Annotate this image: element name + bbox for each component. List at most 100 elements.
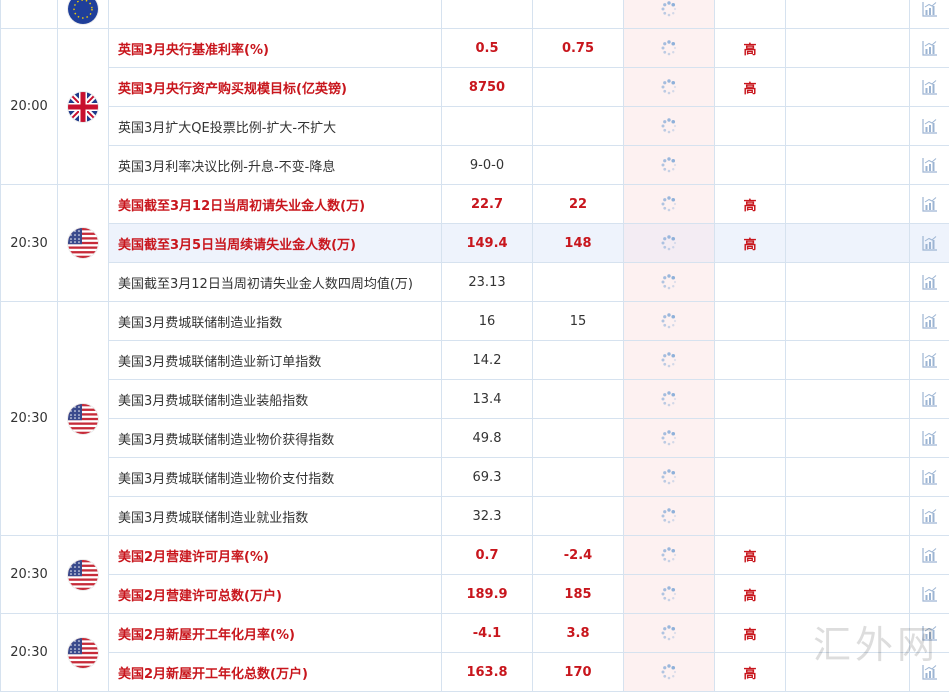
bar-chart-icon[interactable] — [921, 158, 939, 173]
previous-value: 15 — [533, 302, 624, 341]
actual-value: 23.13 — [442, 263, 533, 302]
table-row[interactable]: 英国3月扩大QE投票比例-扩大-不扩大 — [1, 107, 949, 146]
actual-value: 8750 — [442, 68, 533, 107]
importance-cell — [715, 497, 786, 536]
table-row[interactable]: 美国3月费城联储制造业物价支付指数69.3 — [1, 458, 949, 497]
previous-value — [533, 68, 624, 107]
table-row[interactable]: 美国3月费城联储制造业物价获得指数49.8 — [1, 419, 949, 458]
importance-cell — [715, 0, 786, 29]
table-row[interactable]: 20:30 美国3月费城联储制造业指数1615 — [1, 302, 949, 341]
chart-cell[interactable] — [910, 224, 949, 263]
event-name[interactable]: 美国3月费城联储制造业装船指数 — [109, 380, 442, 419]
event-name[interactable]: 美国3月费城联储制造业物价获得指数 — [109, 419, 442, 458]
eu-flag-icon — [68, 0, 98, 24]
event-name[interactable]: 美国2月新屋开工年化月率(%) — [109, 614, 442, 653]
bar-chart-icon[interactable] — [921, 41, 939, 56]
event-name[interactable]: 英国3月央行资产购买规模目标(亿英镑) — [109, 68, 442, 107]
loading-spinner-icon — [660, 275, 678, 290]
actual-value: 69.3 — [442, 458, 533, 497]
time-cell: 20:30 — [1, 185, 58, 302]
forecast-cell — [624, 224, 715, 263]
bar-chart-icon[interactable] — [921, 431, 939, 446]
bar-chart-icon[interactable] — [921, 80, 939, 95]
event-name[interactable]: 美国截至3月5日当周续请失业金人数(万) — [109, 224, 442, 263]
table-row[interactable] — [1, 0, 949, 29]
table-row[interactable]: 美国3月费城联储制造业新订单指数14.2 — [1, 341, 949, 380]
event-name[interactable] — [109, 0, 442, 29]
previous-value — [533, 419, 624, 458]
loading-spinner-icon — [660, 392, 678, 407]
previous-value — [533, 380, 624, 419]
importance-cell: 高 — [715, 68, 786, 107]
actual-value: 9-0-0 — [442, 146, 533, 185]
event-name[interactable]: 美国2月新屋开工年化总数(万户) — [109, 653, 442, 692]
chart-cell[interactable] — [910, 146, 949, 185]
table-row[interactable]: 20:30 美国截至3月12日当周初请失业金人数(万)22.722 高 — [1, 185, 949, 224]
time-cell: 20:30 — [1, 614, 58, 692]
table-row[interactable]: 20:30 美国2月营建许可月率(%)0.7-2.4 高 — [1, 536, 949, 575]
event-name[interactable]: 英国3月央行基准利率(%) — [109, 29, 442, 68]
bar-chart-icon[interactable] — [921, 119, 939, 134]
table-row[interactable]: 20:00 英国3月央行基准利率(%)0.50.75 高 — [1, 29, 949, 68]
previous-value: 170 — [533, 653, 624, 692]
table-row[interactable]: 美国3月费城联储制造业装船指数13.4 — [1, 380, 949, 419]
forecast-cell — [624, 107, 715, 146]
chart-cell[interactable] — [910, 302, 949, 341]
chart-cell[interactable] — [910, 497, 949, 536]
event-name[interactable]: 美国3月费城联储制造业就业指数 — [109, 497, 442, 536]
chart-cell[interactable] — [910, 29, 949, 68]
bar-chart-icon[interactable] — [921, 392, 939, 407]
bar-chart-icon[interactable] — [921, 353, 939, 368]
event-name[interactable]: 美国截至3月12日当周初请失业金人数(万) — [109, 185, 442, 224]
chart-cell[interactable] — [910, 341, 949, 380]
bar-chart-icon[interactable] — [921, 470, 939, 485]
event-name[interactable]: 美国3月费城联储制造业新订单指数 — [109, 341, 442, 380]
blank-cell — [786, 107, 910, 146]
bar-chart-icon[interactable] — [921, 509, 939, 524]
importance-cell — [715, 302, 786, 341]
chart-cell[interactable] — [910, 68, 949, 107]
chart-cell[interactable] — [910, 107, 949, 146]
previous-value — [533, 146, 624, 185]
table-row[interactable]: 美国截至3月5日当周续请失业金人数(万)149.4148 高 — [1, 224, 949, 263]
table-row[interactable]: 美国3月费城联储制造业就业指数32.3 — [1, 497, 949, 536]
event-name[interactable]: 美国2月营建许可月率(%) — [109, 536, 442, 575]
bar-chart-icon[interactable] — [921, 197, 939, 212]
blank-cell — [786, 224, 910, 263]
bar-chart-icon[interactable] — [921, 548, 939, 563]
blank-cell — [786, 497, 910, 536]
chart-cell[interactable] — [910, 263, 949, 302]
blank-cell — [786, 380, 910, 419]
table-row[interactable]: 美国2月营建许可总数(万户)189.9185 高 — [1, 575, 949, 614]
bar-chart-icon[interactable] — [921, 236, 939, 251]
bar-chart-icon[interactable] — [921, 2, 939, 17]
forecast-cell — [624, 575, 715, 614]
chart-cell[interactable] — [910, 185, 949, 224]
event-name[interactable]: 美国3月费城联储制造业物价支付指数 — [109, 458, 442, 497]
event-name[interactable]: 美国2月营建许可总数(万户) — [109, 575, 442, 614]
chart-cell[interactable] — [910, 458, 949, 497]
table-row[interactable]: 英国3月利率决议比例-升息-不变-降息9-0-0 — [1, 146, 949, 185]
event-name[interactable]: 美国3月费城联储制造业指数 — [109, 302, 442, 341]
chart-cell[interactable] — [910, 575, 949, 614]
event-name[interactable]: 英国3月利率决议比例-升息-不变-降息 — [109, 146, 442, 185]
loading-spinner-icon — [660, 197, 678, 212]
blank-cell — [786, 341, 910, 380]
bar-chart-icon[interactable] — [921, 275, 939, 290]
chart-cell[interactable] — [910, 380, 949, 419]
us-flag-icon — [68, 560, 98, 590]
chart-cell[interactable] — [910, 536, 949, 575]
event-name[interactable]: 英国3月扩大QE投票比例-扩大-不扩大 — [109, 107, 442, 146]
chart-cell[interactable] — [910, 419, 949, 458]
forecast-cell — [624, 497, 715, 536]
blank-cell — [786, 185, 910, 224]
uk-flag-icon — [68, 92, 98, 122]
table-row[interactable]: 英国3月央行资产购买规模目标(亿英镑)8750 高 — [1, 68, 949, 107]
event-name[interactable]: 美国截至3月12日当周初请失业金人数四周均值(万) — [109, 263, 442, 302]
bar-chart-icon[interactable] — [921, 587, 939, 602]
table-row[interactable]: 美国2月新屋开工年化总数(万户)163.8170 高 — [1, 653, 949, 692]
chart-cell[interactable] — [910, 0, 949, 29]
table-row[interactable]: 美国截至3月12日当周初请失业金人数四周均值(万)23.13 — [1, 263, 949, 302]
bar-chart-icon[interactable] — [921, 314, 939, 329]
table-row[interactable]: 20:30 美国2月新屋开工年化月率(%)-4.13.8 高 — [1, 614, 949, 653]
